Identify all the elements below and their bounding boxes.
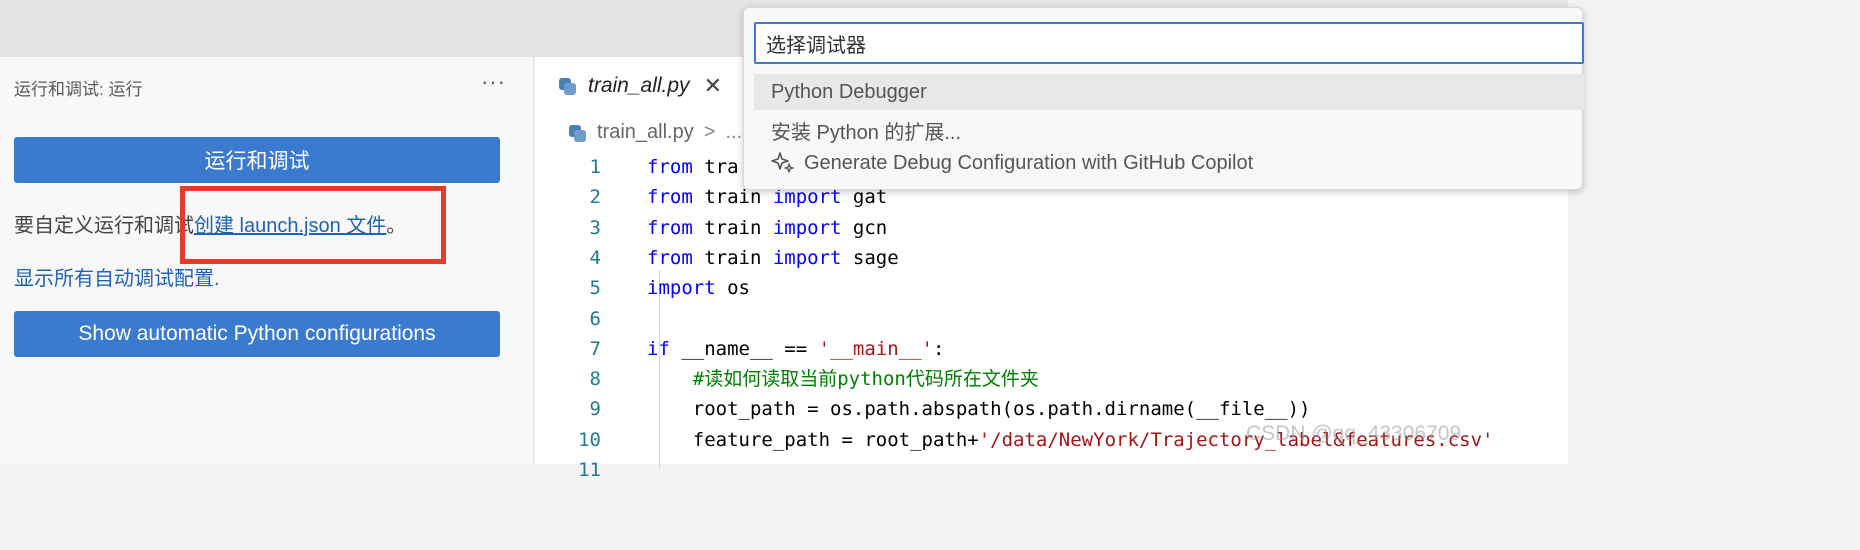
quick-pick-dialog: 选择调试器 Python Debugger 安装 Python 的扩展... G…	[743, 7, 1584, 190]
code-line[interactable]: 3 from train import gcn	[535, 213, 1568, 243]
quick-pick-item[interactable]: Python Debugger	[754, 74, 1584, 110]
show-all-auto-configs-link[interactable]: 显示所有自动调试配置.	[14, 262, 220, 291]
chevron-right-icon: >	[703, 121, 716, 143]
code-line[interactable]: 6	[535, 304, 1568, 334]
python-file-icon	[567, 123, 587, 143]
hint-text: 要自定义运行和调试	[14, 215, 194, 237]
code-line[interactable]: 8 #读如何读取当前python代码所在文件夹	[535, 364, 1568, 394]
run-and-debug-button[interactable]: 运行和调试	[14, 137, 500, 183]
line-number: 6	[589, 307, 601, 330]
line-number: 2	[589, 186, 601, 209]
quick-pick-item-copilot[interactable]: Generate Debug Configuration with GitHub…	[771, 151, 1253, 175]
line-number: 3	[589, 216, 601, 239]
code-text: import os	[647, 277, 750, 300]
code-text: root_path = os.path.abspath(os.path.dirn…	[647, 398, 1311, 421]
code-text: from train import gcn	[647, 216, 888, 239]
sidebar-title: 运行和调试: 运行	[14, 80, 143, 99]
code-text: from train import sage	[647, 246, 899, 269]
code-line[interactable]: 4 from train import sage	[535, 243, 1568, 273]
line-number: 5	[589, 277, 601, 300]
highlight-annotation-box	[180, 186, 446, 264]
debugger-search-input[interactable]: 选择调试器	[754, 22, 1584, 64]
line-number: 1	[589, 156, 601, 178]
line-number: 10	[578, 428, 601, 451]
run-debug-sidebar: 运行和调试: 运行 ··· 运行和调试 要自定义运行和调试创建 launch.j…	[0, 57, 534, 464]
code-text: if __name__ == '__main__':	[647, 337, 945, 360]
close-icon[interactable]: ✕	[704, 73, 722, 99]
line-number: 7	[589, 337, 601, 360]
show-python-configs-button[interactable]: Show automatic Python configurations	[14, 311, 500, 357]
code-line[interactable]: 9 root_path = os.path.abspath(os.path.di…	[535, 394, 1568, 424]
code-text: from tra	[647, 156, 739, 178]
line-number: 8	[589, 368, 601, 391]
editor-tab[interactable]: train_all.py ✕	[535, 57, 743, 115]
quick-pick-item-label: Generate Debug Configuration with GitHub…	[804, 151, 1254, 174]
sparkle-icon	[771, 152, 794, 173]
quick-pick-item[interactable]: 安装 Python 的扩展...	[771, 116, 961, 145]
line-number: 9	[589, 398, 601, 421]
breadcrumb-more[interactable]: ...	[725, 121, 742, 144]
python-file-icon	[557, 76, 577, 96]
line-number: 4	[589, 246, 601, 269]
code-line[interactable]: 5 import os	[535, 273, 1568, 303]
watermark: CSDN @qq_43306709	[1246, 422, 1462, 445]
code-line[interactable]: 11	[535, 455, 1568, 485]
more-actions-icon[interactable]: ···	[481, 69, 506, 95]
tab-label: train_all.py	[588, 74, 690, 97]
code-text: #读如何读取当前python代码所在文件夹	[692, 368, 1039, 391]
code-line[interactable]: 7 if __name__ == '__main__':	[535, 334, 1568, 364]
breadcrumb-item[interactable]: train_all.py	[597, 121, 694, 144]
line-number: 11	[578, 459, 601, 481]
breadcrumb: train_all.py > ...	[567, 121, 742, 144]
